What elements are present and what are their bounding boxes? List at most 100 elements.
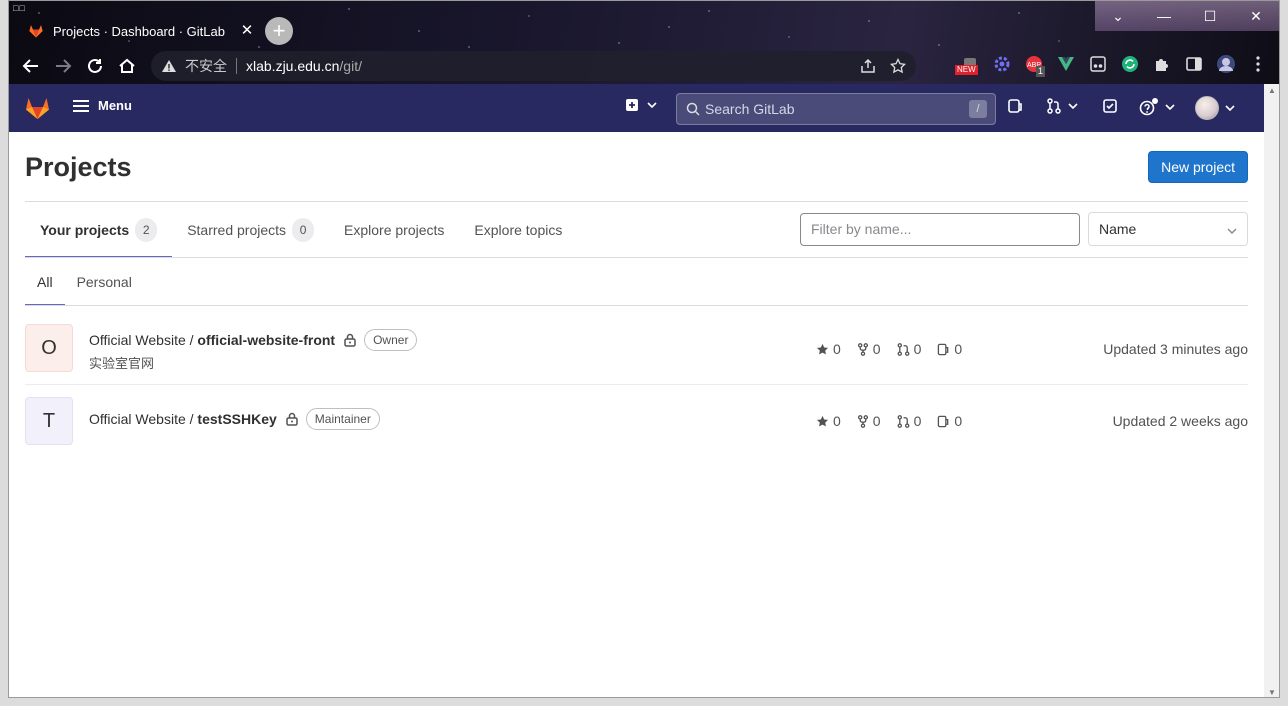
chevron-down-icon <box>1227 213 1237 245</box>
profile-avatar-icon[interactable] <box>1215 53 1237 75</box>
stat-value: 0 <box>833 341 841 357</box>
sort-value: Name <box>1099 221 1137 237</box>
forks-count[interactable]: 0 <box>857 341 881 357</box>
gitlab-favicon-icon <box>29 25 43 38</box>
search-placeholder: Search GitLab <box>705 101 795 117</box>
issues-count[interactable]: 0 <box>937 341 962 357</box>
todos-button[interactable] <box>1102 98 1118 114</box>
merge-requests-count[interactable]: 0 <box>897 341 921 357</box>
scroll-up-icon[interactable]: ▲ <box>1268 86 1276 95</box>
issues-icon <box>938 415 949 427</box>
tab-close-icon[interactable]: ✕ <box>239 23 255 39</box>
browser-tab[interactable]: Projects · Dashboard · GitLab ✕ <box>19 15 261 47</box>
stars-count[interactable]: 0 <box>816 413 841 429</box>
scroll-down-icon[interactable]: ▼ <box>1268 688 1276 697</box>
user-menu-dropdown[interactable] <box>1195 96 1235 120</box>
stat-value: 0 <box>913 413 922 429</box>
merge-request-icon <box>897 414 910 428</box>
project-row: O Official Website / official-website-fr… <box>25 306 1248 384</box>
gitlab-logo-icon[interactable] <box>25 96 50 120</box>
reader-extension-icon[interactable] <box>1087 53 1109 75</box>
updated-time: Updated 2 weeks ago <box>1112 413 1248 429</box>
project-name-link[interactable]: official-website-front <box>197 332 335 348</box>
help-icon <box>1139 98 1158 116</box>
search-shortcut-key: / <box>969 100 987 118</box>
tab-explore-projects[interactable]: Explore projects <box>329 202 459 258</box>
new-project-button[interactable]: New project <box>1148 151 1248 183</box>
new-tab-button[interactable]: + <box>265 17 293 45</box>
tab-starred-projects[interactable]: Starred projects 0 <box>172 202 329 258</box>
search-input[interactable]: Search GitLab / <box>676 93 996 125</box>
project-title: Official Website / testSSHKey Maintainer <box>89 408 380 430</box>
plus-square-icon <box>626 99 638 111</box>
star-icon <box>816 415 829 426</box>
address-bar[interactable]: 不安全 xlab.zju.edu.cn/git/ <box>151 51 916 81</box>
gitlab-top-bar: Menu Search GitLab / <box>9 84 1279 132</box>
share-icon[interactable] <box>860 58 876 74</box>
warning-icon[interactable] <box>161 59 177 73</box>
tab-label: Explore topics <box>474 222 563 238</box>
forks-count[interactable]: 0 <box>857 413 881 429</box>
browser-window: □□ Projects · Dashboard · GitLab ✕ + ⌄ —… <box>8 0 1280 698</box>
page-scrollbar[interactable]: ▲ ▼ <box>1264 84 1279 697</box>
extension-new-badge: NEW <box>955 65 978 75</box>
filter-by-name-input[interactable]: Filter by name... <box>800 213 1080 246</box>
project-stats: 0 0 0 0 <box>816 341 962 357</box>
maximize-button[interactable]: ☐ <box>1187 1 1233 31</box>
back-icon[interactable] <box>15 50 47 82</box>
tab-explore-topics[interactable]: Explore topics <box>459 202 577 258</box>
browser-menu-icon[interactable] <box>1247 53 1269 75</box>
forward-icon[interactable] <box>47 50 79 82</box>
reload-icon[interactable] <box>79 50 111 82</box>
tab-label: Explore projects <box>344 222 445 238</box>
url-separator <box>236 58 237 74</box>
create-new-dropdown[interactable] <box>625 98 657 112</box>
issues-button[interactable] <box>1007 98 1023 114</box>
stat-value: 0 <box>954 413 963 429</box>
project-subtabs: All Personal <box>25 258 144 306</box>
page-title: Projects <box>25 152 132 182</box>
sort-dropdown[interactable]: Name <box>1088 212 1248 246</box>
chevron-down-icon <box>1068 103 1078 109</box>
sync-extension-icon[interactable] <box>1119 53 1141 75</box>
project-avatar[interactable]: O <box>25 324 73 372</box>
menu-button[interactable]: Menu <box>73 98 132 113</box>
project-namespace[interactable]: Official Website / <box>89 332 194 348</box>
project-row: T Official Website / testSSHKey Maintain… <box>25 385 1248 450</box>
minimize-button[interactable]: — <box>1141 1 1187 31</box>
close-window-button[interactable]: ✕ <box>1233 1 1279 31</box>
side-panel-icon[interactable] <box>1183 53 1205 75</box>
extension-gear-icon[interactable] <box>991 53 1013 75</box>
vue-devtools-icon[interactable] <box>1055 53 1077 75</box>
project-namespace[interactable]: Official Website / <box>89 411 194 427</box>
browser-toolbar: 不安全 xlab.zju.edu.cn/git/ NEW ABP 1 <box>9 49 1279 83</box>
tab-title: Projects · Dashboard · GitLab <box>53 23 225 39</box>
subtab-personal[interactable]: Personal <box>65 258 144 306</box>
bookmark-star-icon[interactable] <box>890 58 906 74</box>
hamburger-icon <box>73 99 89 112</box>
help-dropdown[interactable] <box>1139 98 1175 116</box>
merge-requests-dropdown[interactable] <box>1046 98 1078 114</box>
tab-your-projects[interactable]: Your projects 2 <box>25 202 172 258</box>
stat-value: 0 <box>872 413 881 429</box>
project-description: 实验室官网 <box>89 356 155 371</box>
stat-value: 0 <box>833 413 841 429</box>
project-name-link[interactable]: testSSHKey <box>197 411 276 427</box>
project-avatar[interactable]: T <box>25 397 73 445</box>
merge-requests-count[interactable]: 0 <box>897 413 922 429</box>
adblock-icon[interactable]: ABP 1 <box>1023 53 1046 77</box>
issues-count[interactable]: 0 <box>937 413 962 429</box>
tab-label: Your projects <box>40 222 130 238</box>
chevron-down-icon <box>1165 104 1175 110</box>
lb-logo: □□ <box>13 3 26 13</box>
home-icon[interactable] <box>111 50 143 82</box>
project-stats: 0 0 0 0 <box>816 413 962 429</box>
subtab-all[interactable]: All <box>25 258 65 306</box>
project-tabs: Your projects 2 Starred projects 0 Explo… <box>25 202 577 258</box>
issues-icon <box>938 343 949 355</box>
extensions-puzzle-icon[interactable] <box>1151 53 1173 75</box>
stars-count[interactable]: 0 <box>816 341 841 357</box>
extension-new-icon[interactable]: NEW <box>955 53 981 75</box>
tab-search-icon[interactable]: ⌄ <box>1095 1 1141 31</box>
stat-value: 0 <box>954 341 963 357</box>
